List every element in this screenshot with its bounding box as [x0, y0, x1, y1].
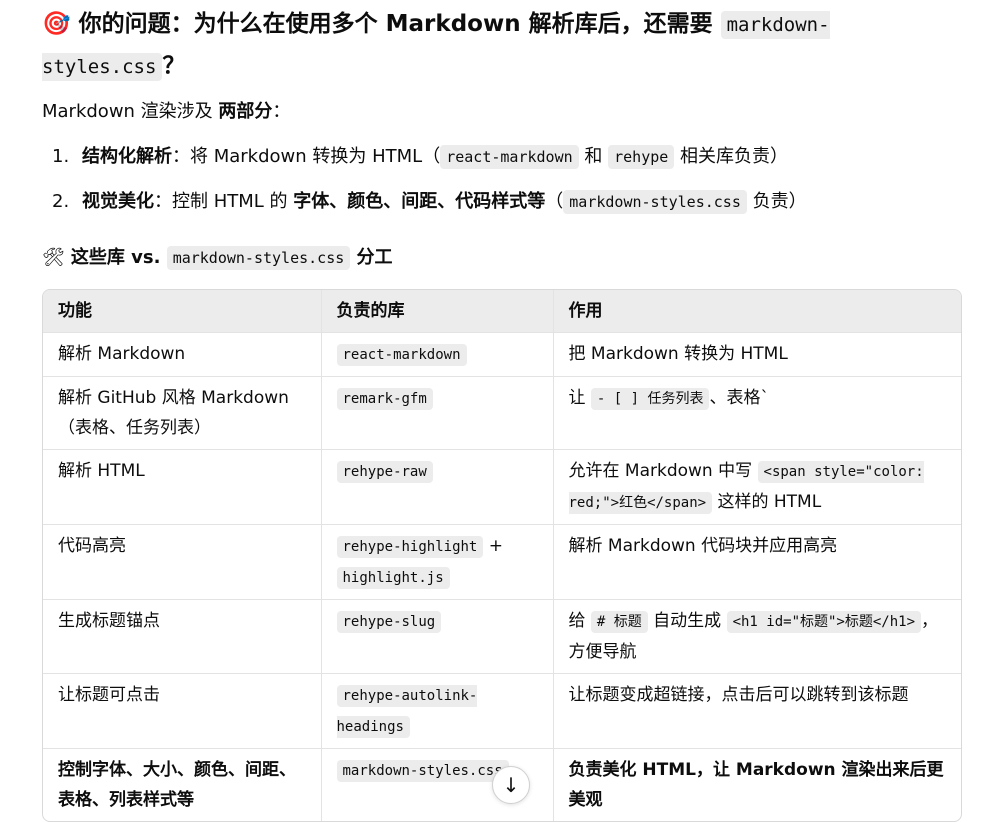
table-row: 代码高亮 rehype-highlight + highlight.js 解析 …: [43, 524, 961, 600]
list-item-text: （: [545, 191, 564, 212]
inline-code: <h1 id="标题">标题</h1>: [726, 611, 922, 633]
table-cell: 让标题变成超链接，点击后可以跳转到该标题: [553, 673, 961, 749]
table-row: 让标题可点击 rehype-autolink-headings 让标题变成超链接…: [43, 673, 961, 749]
inline-code: rehype-highlight: [336, 536, 484, 558]
tools-icon: 🛠: [42, 247, 65, 268]
list-item: 1. 结构化解析：将 Markdown 转换为 HTML（ react-markdo…: [42, 142, 807, 187]
table-row: 解析 Markdown react-markdown 把 Markdown 转换…: [43, 332, 961, 377]
parts-list: 1. 结构化解析：将 Markdown 转换为 HTML（ react-markdo…: [42, 142, 807, 232]
list-item-text: 相关库负责）: [674, 146, 789, 167]
table-cell: 解析 GitHub 风格 Markdown（表格、任务列表）: [43, 376, 322, 450]
table-cell: 解析 Markdown: [43, 332, 322, 377]
list-item-title: 结构化解析: [82, 146, 172, 167]
inline-code: react-markdown: [336, 344, 467, 366]
scroll-to-bottom-button[interactable]: ↓: [492, 766, 530, 804]
cell-text: 自动生成: [647, 611, 727, 631]
cell-text: 给: [568, 611, 591, 631]
cell-text: 让: [568, 388, 591, 408]
table-cell: 允许在 Markdown 中写 <span style="color: red;…: [553, 449, 961, 525]
arrow-down-icon: ↓: [502, 773, 520, 797]
cell-text: +: [483, 536, 504, 556]
inline-code: rehype-autolink-headings: [336, 685, 478, 738]
sub-heading-text: 这些库 vs.: [70, 247, 167, 268]
list-item-text: 负责）: [746, 191, 807, 212]
table-cell: 给 # 标题 自动生成 <h1 id="标题">标题</h1> ，方便导航: [553, 599, 961, 674]
heading-text: 你的问题：为什么在使用多个 Markdown 解析库后，还需要: [78, 11, 721, 37]
table-cell: 让标题可点击: [43, 673, 322, 749]
intro-end: ：: [272, 101, 291, 122]
list-item-text: 和: [578, 146, 609, 167]
list-item: 2. 视觉美化：控制 HTML 的 字体、颜色、间距、代码样式等（ markdown…: [42, 187, 807, 232]
inline-code: rehype-slug: [336, 611, 442, 633]
column-header: 功能: [43, 290, 322, 333]
list-item-title: 视觉美化: [82, 191, 154, 212]
inline-code: markdown-styles.css: [166, 246, 351, 270]
table-cell: rehype-highlight + highlight.js: [321, 524, 554, 600]
table-cell: 解析 Markdown 代码块并应用高亮: [553, 524, 961, 600]
column-header: 负责的库: [321, 290, 554, 333]
table-row: 生成标题锚点 rehype-slug 给 # 标题 自动生成 <h1 id="标…: [43, 599, 961, 674]
cell-text: 这样的 HTML: [712, 492, 822, 512]
inline-code: markdown-styles.css: [336, 760, 509, 782]
target-icon: 🎯: [42, 11, 71, 37]
table-row: 解析 HTML rehype-raw 允许在 Markdown 中写 <span…: [43, 449, 961, 525]
table-cell: 代码高亮: [43, 524, 322, 600]
list-number: 2.: [52, 191, 70, 212]
inline-code: - [ ] 任务列表: [590, 388, 710, 410]
column-header: 作用: [553, 290, 961, 333]
table-row: 解析 GitHub 风格 Markdown（表格、任务列表） remark-gf…: [43, 376, 961, 450]
inline-code: rehype: [608, 145, 675, 169]
table-header-row: 功能 负责的库 作用: [43, 290, 961, 333]
sub-heading: 🛠 这些库 vs. markdown-styles.css 分工: [42, 243, 393, 273]
table-cell: rehype-slug: [321, 599, 554, 674]
inline-code: remark-gfm: [336, 388, 433, 410]
table-cell: react-markdown: [321, 332, 554, 377]
section-heading: 🎯 你的问题：为什么在使用多个 Markdown 解析库后，还需要 markdow…: [42, 4, 942, 88]
cell-text: 允许在 Markdown 中写: [568, 461, 758, 481]
table-cell: rehype-raw: [321, 449, 554, 525]
inline-code: highlight.js: [336, 567, 450, 589]
sub-heading-suffix: 分工: [350, 247, 393, 268]
table-cell: remark-gfm: [321, 376, 554, 450]
list-number: 1.: [52, 146, 70, 167]
intro-bold: 两部分: [218, 101, 273, 122]
table-cell: 让 - [ ] 任务列表 、表格`: [553, 376, 961, 450]
list-item-text: ：将 Markdown 转换为 HTML（: [172, 146, 441, 167]
table-cell: 控制字体、大小、颜色、间距、表格、列表样式等: [43, 748, 322, 821]
inline-code: markdown-styles.css: [563, 190, 747, 214]
table-cell: rehype-autolink-headings: [321, 673, 554, 749]
intro-text: Markdown 渲染涉及: [42, 101, 219, 122]
inline-code: react-markdown: [440, 145, 579, 169]
table-cell: 解析 HTML: [43, 449, 322, 525]
list-item-bold: 字体、颜色、间距、代码样式等: [293, 191, 546, 212]
intro-paragraph: Markdown 渲染涉及 两部分：: [42, 98, 290, 126]
inline-code: rehype-raw: [336, 461, 433, 483]
table-cell: 负责美化 HTML，让 Markdown 渲染出来后更美观: [568, 760, 944, 810]
table-cell: 生成标题锚点: [43, 599, 322, 674]
table-cell: 把 Markdown 转换为 HTML: [553, 332, 961, 377]
list-item-text: ：控制 HTML 的: [154, 191, 294, 212]
inline-code: # 标题: [590, 611, 648, 633]
heading-suffix: ？: [162, 53, 186, 79]
cell-text: 、表格`: [709, 388, 769, 408]
library-table: 功能 负责的库 作用 解析 Markdown react-markdown 把 …: [42, 289, 962, 822]
